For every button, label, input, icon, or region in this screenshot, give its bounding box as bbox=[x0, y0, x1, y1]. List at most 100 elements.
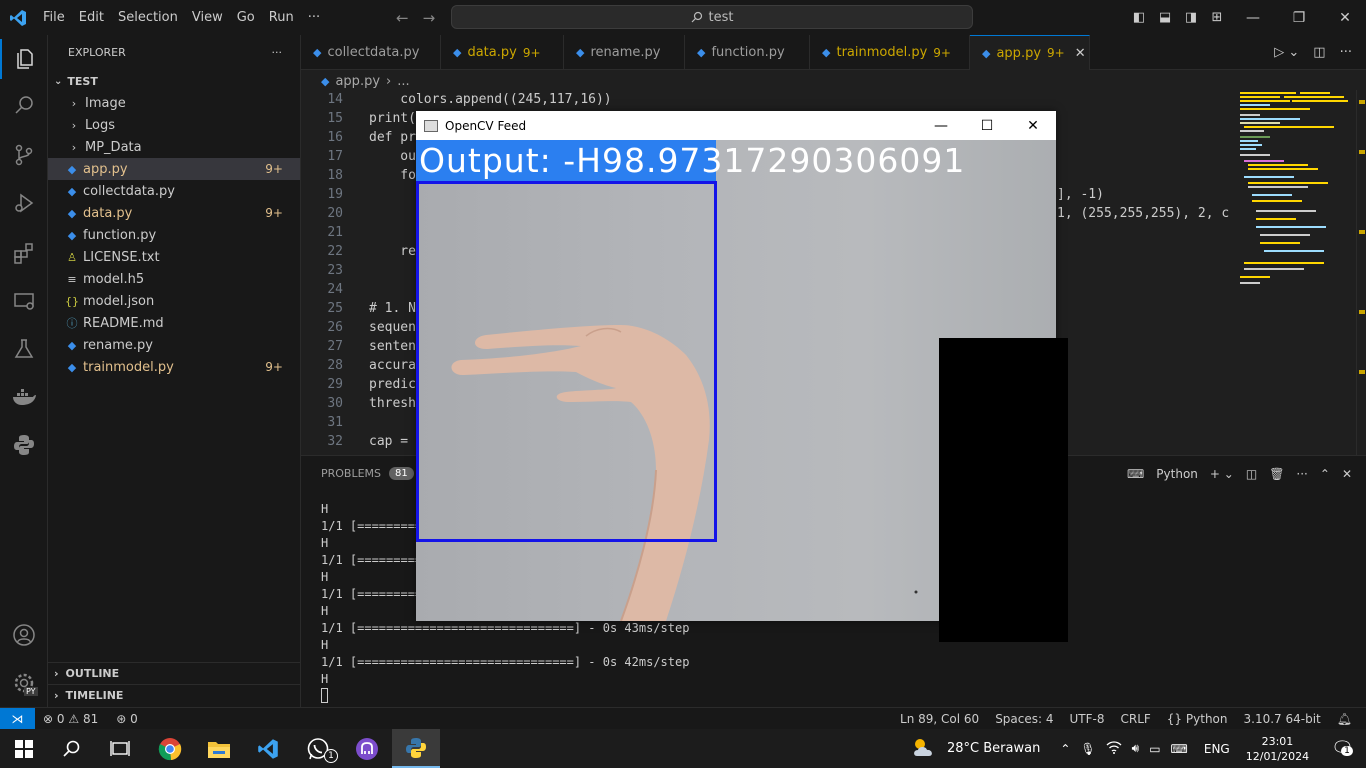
problems-status[interactable]: ⊗ 0 ⚠ 81 bbox=[43, 712, 98, 726]
task-view-icon[interactable] bbox=[96, 729, 144, 768]
terminal-shell-icon[interactable]: ⌨ bbox=[1127, 467, 1144, 481]
notifications-bell-icon[interactable]: 🔔︎ bbox=[1337, 712, 1352, 726]
chrome-icon[interactable] bbox=[146, 729, 194, 768]
tree-file-trainmodel-py[interactable]: ◆ trainmodel.py 9+ bbox=[48, 356, 300, 378]
workspace-root[interactable]: ⌄ TEST bbox=[48, 70, 300, 92]
python-interpreter[interactable]: 3.10.7 64-bit bbox=[1244, 712, 1321, 726]
tab-problems[interactable]: PROBLEMS bbox=[321, 467, 381, 480]
split-editor-icon[interactable]: ◫ bbox=[1313, 45, 1325, 60]
terminal-cursor[interactable] bbox=[321, 688, 328, 703]
notification-center-icon[interactable]: 🗨︎ 1 bbox=[1331, 738, 1354, 759]
toggle-sidebar-icon[interactable]: ◧ bbox=[1126, 10, 1152, 25]
tab-trainmodel[interactable]: ◆ trainmodel.py 9+ bbox=[810, 35, 970, 70]
panel-more-icon[interactable]: ··· bbox=[1296, 467, 1307, 481]
tree-file-function-py[interactable]: ◆ function.py bbox=[48, 224, 300, 246]
run-debug-icon[interactable] bbox=[0, 183, 48, 223]
tab-app[interactable]: ◆ app.py 9+ ✕ bbox=[970, 35, 1090, 70]
back-arrow-icon[interactable]: ← bbox=[396, 9, 409, 27]
opencv-minimize-button[interactable]: — bbox=[918, 111, 964, 140]
tab-collectdata[interactable]: ◆ collectdata.py bbox=[301, 35, 441, 70]
tree-folder-logs[interactable]: › Logs bbox=[48, 114, 300, 136]
tab-close-icon[interactable]: ✕ bbox=[1075, 46, 1086, 61]
tree-file-license[interactable]: ♙ LICENSE.txt bbox=[48, 246, 300, 268]
menu-more[interactable]: ··· bbox=[301, 0, 327, 35]
command-center-search[interactable]: test bbox=[451, 5, 973, 29]
python-icon[interactable] bbox=[0, 425, 48, 465]
close-button[interactable]: ✕ bbox=[1322, 10, 1366, 26]
encoding[interactable]: UTF-8 bbox=[1070, 712, 1105, 726]
taskbar-search-icon[interactable] bbox=[48, 729, 96, 768]
language-indicator[interactable]: ENG bbox=[1204, 742, 1230, 756]
toggle-secondary-sidebar-icon[interactable]: ◨ bbox=[1178, 10, 1204, 25]
toggle-panel-icon[interactable]: ⬓ bbox=[1152, 10, 1178, 25]
menu-go[interactable]: Go bbox=[230, 0, 262, 35]
microphone-icon[interactable]: 🎙︎ bbox=[1080, 742, 1095, 756]
restore-button[interactable]: ❐ bbox=[1276, 10, 1322, 26]
end-of-line[interactable]: CRLF bbox=[1120, 712, 1150, 726]
tab-function[interactable]: ◆ function.py bbox=[685, 35, 810, 70]
weather-cloud-icon[interactable] bbox=[911, 736, 937, 761]
maximize-panel-icon[interactable]: ⌃ bbox=[1320, 467, 1330, 481]
timeline-section[interactable]: › TIMELINE bbox=[48, 684, 301, 706]
accounts-icon[interactable] bbox=[0, 615, 48, 655]
editor-more-actions-icon[interactable]: ··· bbox=[1340, 45, 1352, 60]
battery-icon[interactable]: ▭ bbox=[1149, 742, 1160, 756]
windows-start-icon[interactable] bbox=[0, 729, 48, 768]
customize-layout-icon[interactable]: ⊞ bbox=[1204, 10, 1230, 25]
tab-rename[interactable]: ◆ rename.py bbox=[564, 35, 685, 70]
tree-file-rename-py[interactable]: ◆ rename.py bbox=[48, 334, 300, 356]
close-panel-icon[interactable]: ✕ bbox=[1342, 467, 1352, 481]
wifi-icon[interactable] bbox=[1106, 740, 1122, 757]
weather-text[interactable]: 28°C Berawan bbox=[947, 741, 1040, 756]
minimap[interactable] bbox=[1236, 90, 1356, 455]
terminal-shell-label[interactable]: Python bbox=[1156, 467, 1198, 481]
outline-section[interactable]: › OUTLINE bbox=[48, 662, 301, 684]
explorer-icon[interactable] bbox=[0, 39, 48, 79]
tree-file-collectdata-py[interactable]: ◆ collectdata.py bbox=[48, 180, 300, 202]
keyboard-icon[interactable]: ⌨ bbox=[1171, 742, 1188, 756]
editor-scrollbar[interactable] bbox=[1356, 90, 1366, 455]
search-icon[interactable] bbox=[0, 85, 48, 125]
tree-file-data-py[interactable]: ◆ data.py 9+ bbox=[48, 202, 300, 224]
split-terminal-icon[interactable]: ◫ bbox=[1246, 467, 1257, 481]
docker-icon[interactable] bbox=[0, 377, 48, 417]
manage-gear-icon[interactable]: PY bbox=[0, 663, 48, 703]
show-hidden-icons-chevron-icon[interactable]: ⌃ bbox=[1060, 742, 1070, 756]
vscode-taskbar-icon[interactable] bbox=[244, 729, 292, 768]
indentation[interactable]: Spaces: 4 bbox=[995, 712, 1053, 726]
whatsapp-icon[interactable]: 1 bbox=[294, 729, 342, 768]
menu-file[interactable]: File bbox=[36, 0, 72, 35]
language-mode[interactable]: {} Python bbox=[1167, 712, 1228, 726]
breadcrumb-file[interactable]: app.py bbox=[335, 74, 380, 89]
breadcrumb-symbol[interactable]: ... bbox=[397, 74, 409, 89]
opencv-maximize-button[interactable]: ☐ bbox=[964, 111, 1010, 140]
menu-run[interactable]: Run bbox=[262, 0, 301, 35]
menu-view[interactable]: View bbox=[185, 0, 230, 35]
tab-data[interactable]: ◆ data.py 9+ bbox=[441, 35, 564, 70]
tree-file-model-h5[interactable]: ≡ model.h5 bbox=[48, 268, 300, 290]
testing-flask-icon[interactable] bbox=[0, 329, 48, 369]
volume-icon[interactable]: 🔊︎ bbox=[1132, 741, 1140, 756]
menu-edit[interactable]: Edit bbox=[72, 0, 111, 35]
source-control-icon[interactable] bbox=[0, 135, 48, 175]
opencv-close-button[interactable]: ✕ bbox=[1010, 111, 1056, 140]
remote-indicator-icon[interactable]: ⋊ bbox=[0, 708, 35, 729]
minimize-button[interactable]: — bbox=[1230, 10, 1276, 26]
clock[interactable]: 23:01 12/01/2024 bbox=[1246, 734, 1309, 764]
file-explorer-icon[interactable] bbox=[195, 729, 243, 768]
extensions-icon[interactable] bbox=[0, 233, 48, 273]
tree-folder-mp-data[interactable]: › MP_Data bbox=[48, 136, 300, 158]
ports-status[interactable]: ⊛ 0 bbox=[116, 712, 138, 726]
github-desktop-icon[interactable] bbox=[343, 729, 391, 768]
forward-arrow-icon[interactable]: → bbox=[423, 9, 436, 27]
more-actions-icon[interactable]: ··· bbox=[272, 46, 283, 59]
tree-file-readme[interactable]: ⓘ README.md bbox=[48, 312, 300, 334]
cursor-position[interactable]: Ln 89, Col 60 bbox=[900, 712, 979, 726]
new-terminal-icon[interactable]: + ⌄ bbox=[1210, 467, 1234, 481]
menu-selection[interactable]: Selection bbox=[111, 0, 185, 35]
remote-explorer-icon[interactable] bbox=[0, 281, 48, 321]
kill-terminal-icon[interactable]: 🗑 bbox=[1269, 467, 1284, 481]
tree-file-app-py[interactable]: ◆ app.py 9+ bbox=[48, 158, 300, 180]
tree-file-model-json[interactable]: {} model.json bbox=[48, 290, 300, 312]
tree-folder-image[interactable]: › Image bbox=[48, 92, 300, 114]
